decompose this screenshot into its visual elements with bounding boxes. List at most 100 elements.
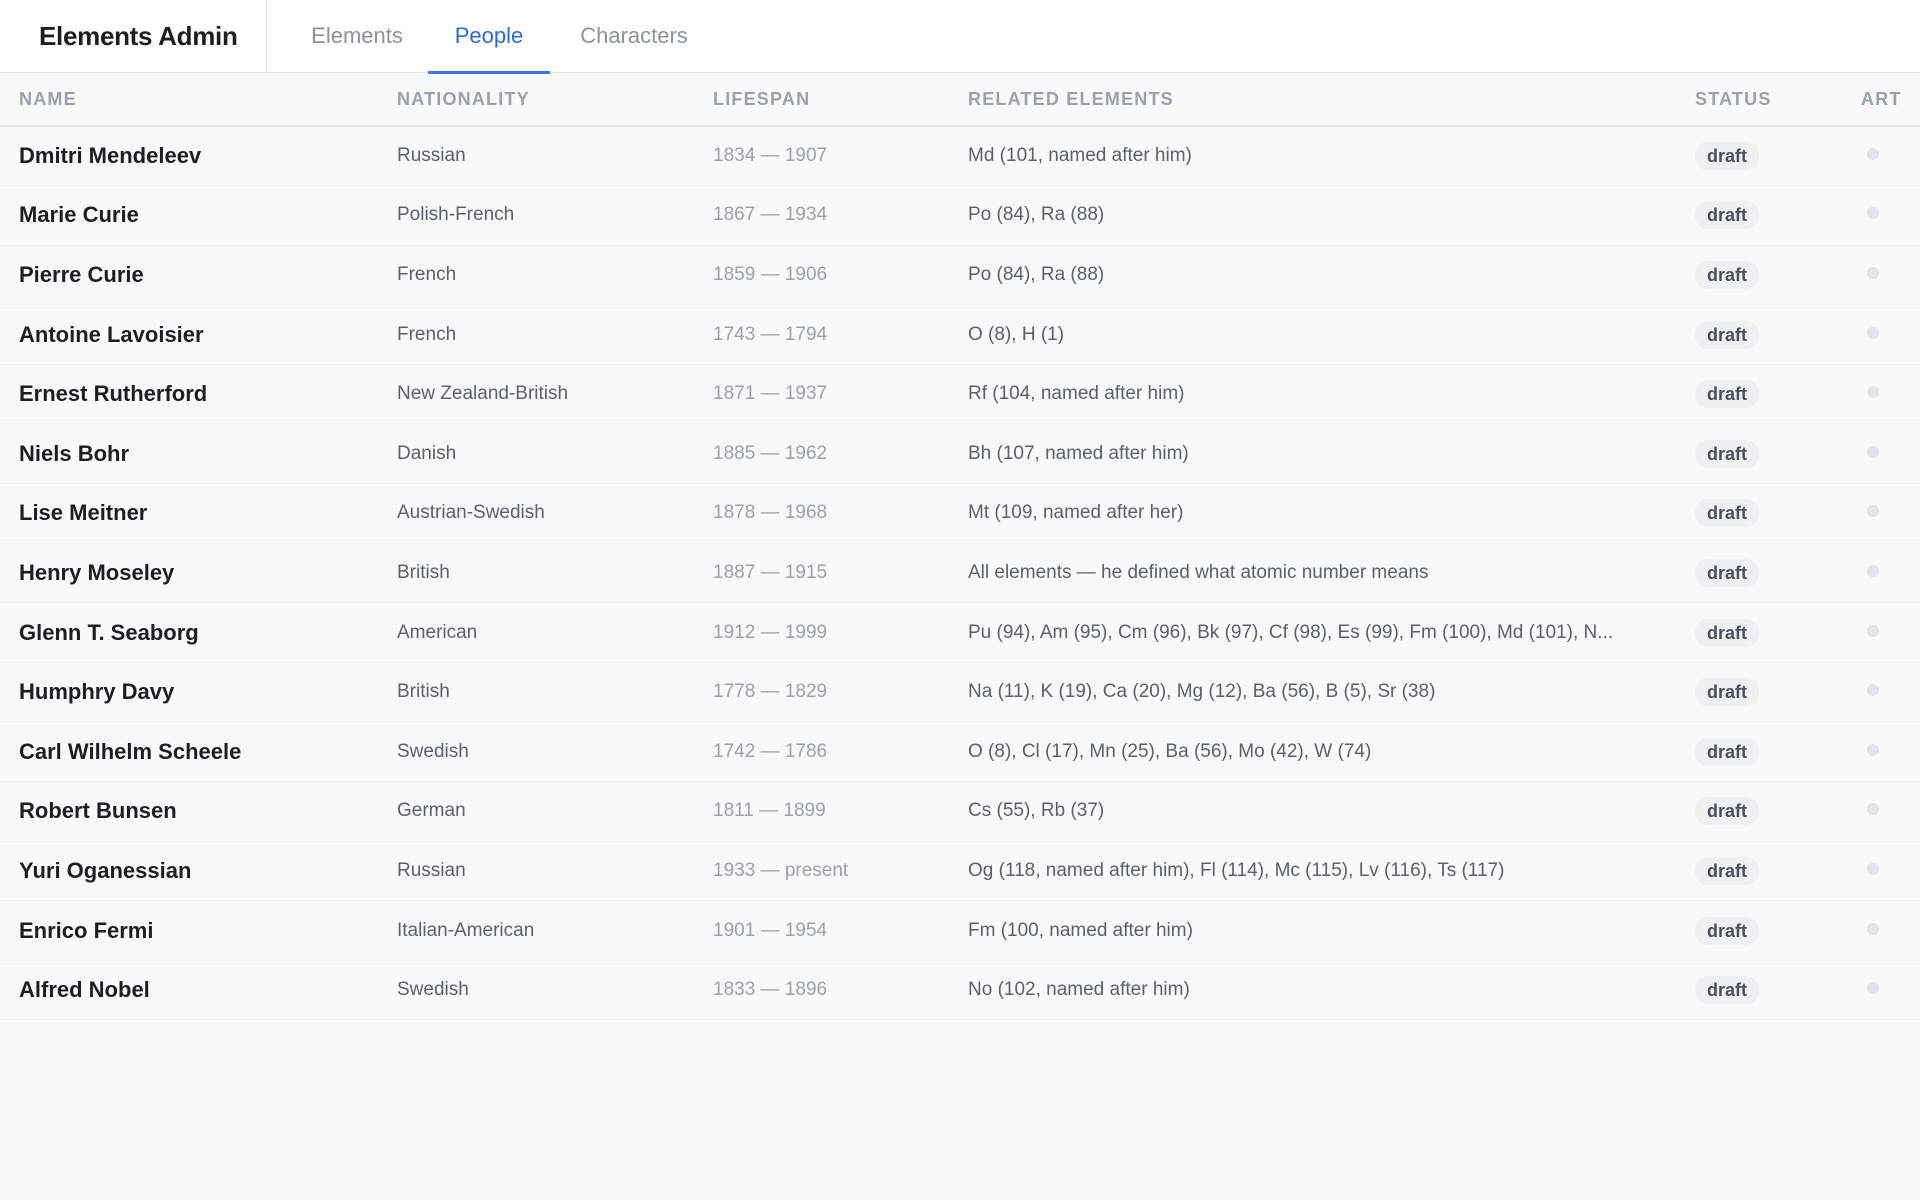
person-name[interactable]: Humphry Davy [19, 679, 174, 704]
column-header-related-elements[interactable]: RELATED ELEMENTS [968, 74, 1695, 126]
nationality: Austrian-Swedish [397, 502, 545, 524]
table-row[interactable]: Alfred Nobel Swedish 1833 — 1896 No (102… [0, 960, 1920, 1020]
top-bar: Elements Admin Elements People Character… [0, 0, 1920, 74]
nationality: Danish [397, 442, 457, 464]
nationality: French [397, 263, 457, 285]
related-elements: Mt (109, named after her) [968, 502, 1184, 524]
tab-characters[interactable]: Characters [567, 0, 701, 73]
table-row[interactable]: Niels Bohr Danish 1885 — 1962 Bh (107, n… [0, 424, 1920, 484]
person-name[interactable]: Niels Bohr [19, 441, 129, 466]
lifespan: 1867 — 1934 [713, 204, 828, 226]
lifespan: 1743 — 1794 [713, 323, 828, 345]
table-row[interactable]: Humphry Davy British 1778 — 1829 Na (11)… [0, 662, 1920, 722]
art-status-dot [1867, 266, 1879, 279]
lifespan: 1811 — 1899 [713, 800, 826, 822]
status-badge: draft [1695, 320, 1759, 349]
art-status-dot [1867, 862, 1879, 875]
table-row[interactable]: Antoine Lavoisier French 1743 — 1794 O (… [0, 305, 1920, 365]
table-row[interactable]: Marie Curie Polish-French 1867 — 1934 Po… [0, 186, 1920, 246]
art-status-dot [1867, 445, 1879, 458]
person-name[interactable]: Marie Curie [19, 202, 139, 227]
tab-people[interactable]: People [428, 0, 550, 74]
person-name[interactable]: Glenn T. Seaborg [19, 620, 199, 645]
status-badge: draft [1695, 678, 1759, 707]
art-status-dot [1867, 207, 1879, 220]
art-status-dot [1867, 564, 1879, 577]
art-status-dot [1867, 982, 1879, 995]
status-badge: draft [1695, 856, 1759, 885]
table-row[interactable]: Carl Wilhelm Scheele Swedish 1742 — 1786… [0, 722, 1920, 782]
column-header-nationality[interactable]: NATIONALITY [397, 74, 713, 126]
person-name[interactable]: Enrico Fermi [19, 918, 153, 943]
art-status-dot [1867, 505, 1879, 518]
nationality: British [397, 681, 450, 703]
related-elements: Po (84), Ra (88) [968, 204, 1105, 226]
nationality: American [397, 621, 478, 643]
nationality: Russian [397, 859, 466, 881]
status-badge: draft [1695, 380, 1759, 409]
related-elements: Og (118, named after him), Fl (114), Mc … [968, 859, 1505, 881]
table-row[interactable]: Henry Moseley British 1887 — 1915 All el… [0, 543, 1920, 603]
status-badge: draft [1695, 201, 1759, 230]
nationality: Russian [397, 145, 466, 167]
column-header-name[interactable]: NAME [0, 74, 397, 126]
person-name[interactable]: Carl Wilhelm Scheele [19, 739, 241, 764]
person-name[interactable]: Alfred Nobel [19, 977, 150, 1002]
related-elements: O (8), Cl (17), Mn (25), Ba (56), Mo (42… [968, 740, 1372, 762]
related-elements: All elements — he defined what atomic nu… [968, 561, 1429, 583]
column-header-status[interactable]: STATUS [1695, 74, 1861, 126]
column-header-art[interactable]: ART [1861, 74, 1920, 126]
table-row[interactable]: Glenn T. Seaborg American 1912 — 1999 Pu… [0, 603, 1920, 663]
art-status-dot [1867, 326, 1879, 339]
related-elements: No (102, named after him) [968, 979, 1190, 1001]
app-title: Elements Admin [39, 21, 238, 51]
person-name[interactable]: Robert Bunsen [19, 798, 177, 823]
related-elements: Po (84), Ra (88) [968, 263, 1105, 285]
table-row[interactable]: Robert Bunsen German 1811 — 1899 Cs (55)… [0, 782, 1920, 842]
table-row[interactable]: Ernest Rutherford New Zealand-British 18… [0, 364, 1920, 424]
art-status-dot [1867, 624, 1879, 637]
tab-elements[interactable]: Elements [305, 0, 409, 73]
nationality: Polish-French [397, 204, 515, 226]
table-header-row: NAME NATIONALITY LIFESPAN RELATED ELEMEN… [0, 74, 1920, 126]
person-name[interactable]: Antoine Lavoisier [19, 322, 204, 347]
lifespan: 1859 — 1906 [713, 263, 828, 285]
nationality: British [397, 561, 450, 583]
person-name[interactable]: Henry Moseley [19, 560, 174, 585]
table-row[interactable]: Yuri Oganessian Russian 1933 — present O… [0, 841, 1920, 901]
lifespan: 1833 — 1896 [713, 979, 828, 1001]
related-elements: Cs (55), Rb (37) [968, 800, 1105, 822]
related-elements: Bh (107, named after him) [968, 442, 1189, 464]
person-name[interactable]: Yuri Oganessian [19, 858, 191, 883]
status-badge: draft [1695, 797, 1759, 826]
nationality: Swedish [397, 979, 469, 1001]
art-status-dot [1867, 803, 1879, 816]
status-badge: draft [1695, 439, 1759, 468]
lifespan: 1912 — 1999 [713, 621, 828, 643]
table-row[interactable]: Pierre Curie French 1859 — 1906 Po (84),… [0, 245, 1920, 305]
status-badge: draft [1695, 976, 1759, 1005]
person-name[interactable]: Ernest Rutherford [19, 381, 207, 406]
nationality: German [397, 800, 466, 822]
person-name[interactable]: Lise Meitner [19, 500, 147, 525]
related-elements: Na (11), K (19), Ca (20), Mg (12), Ba (5… [968, 681, 1436, 703]
related-elements: O (8), H (1) [968, 323, 1065, 345]
art-status-dot [1867, 386, 1879, 399]
table-body: Dmitri Mendeleev Russian 1834 — 1907 Md … [0, 126, 1920, 1020]
table-row[interactable]: Dmitri Mendeleev Russian 1834 — 1907 Md … [0, 126, 1920, 186]
lifespan: 1778 — 1829 [713, 681, 828, 703]
column-header-lifespan[interactable]: LIFESPAN [713, 74, 968, 126]
nationality: Swedish [397, 740, 469, 762]
lifespan: 1887 — 1915 [713, 561, 828, 583]
related-elements: Pu (94), Am (95), Cm (96), Bk (97), Cf (… [968, 621, 1614, 643]
table-row[interactable]: Lise Meitner Austrian-Swedish 1878 — 196… [0, 484, 1920, 544]
lifespan: 1742 — 1786 [713, 740, 828, 762]
lifespan: 1885 — 1962 [713, 442, 828, 464]
related-elements: Rf (104, named after him) [968, 383, 1185, 405]
lifespan: 1871 — 1937 [713, 383, 828, 405]
lifespan: 1901 — 1954 [713, 919, 828, 941]
person-name[interactable]: Pierre Curie [19, 262, 144, 287]
art-status-dot [1867, 922, 1879, 935]
table-row[interactable]: Enrico Fermi Italian-American 1901 — 195… [0, 901, 1920, 961]
person-name[interactable]: Dmitri Mendeleev [19, 143, 201, 168]
